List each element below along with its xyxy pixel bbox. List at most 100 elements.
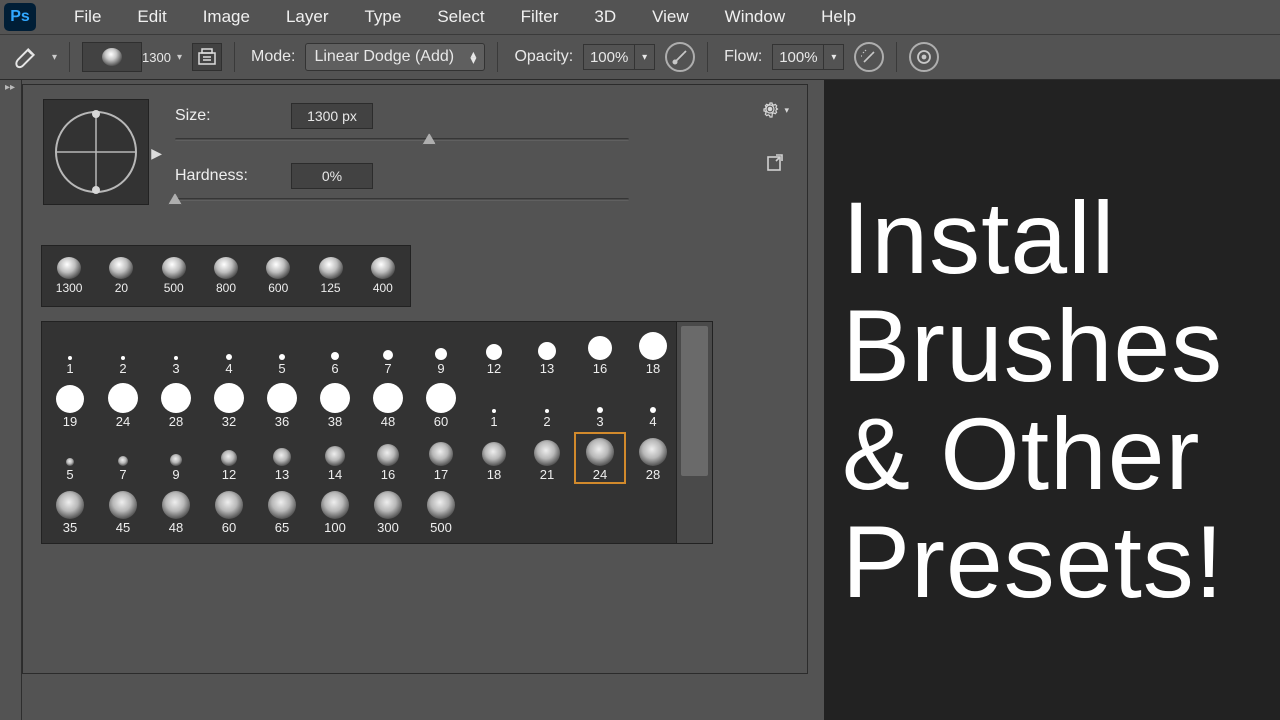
brush-size-preview[interactable] [82, 42, 142, 72]
brush-preset[interactable]: 2 [97, 326, 149, 378]
brush-preset[interactable]: 4 [203, 326, 255, 378]
brush-preset[interactable]: 500 [415, 485, 467, 537]
brush-preview-icon [586, 438, 614, 466]
opacity-dropdown-button[interactable]: ▾ [635, 44, 655, 70]
recent-brush[interactable]: 600 [253, 250, 303, 302]
brush-panel-toggle[interactable] [192, 43, 222, 71]
hardness-slider[interactable] [175, 195, 629, 205]
brush-preset[interactable]: 13 [521, 326, 573, 378]
brush-size-label: 9 [437, 361, 444, 376]
flow-dropdown-button[interactable]: ▾ [824, 44, 844, 70]
brush-size-label: 28 [646, 467, 660, 482]
brush-preset[interactable]: 17 [415, 432, 467, 484]
flip-arrow-icon[interactable]: ▶ [151, 145, 162, 162]
recent-brush[interactable]: 20 [96, 250, 146, 302]
brush-preview-icon [639, 438, 667, 466]
brush-preset[interactable]: 3 [574, 379, 626, 431]
brush-preset[interactable]: 100 [309, 485, 361, 537]
size-slider[interactable] [175, 135, 629, 145]
tablet-pressure-opacity-button[interactable] [665, 42, 695, 72]
menu-file[interactable]: File [56, 7, 119, 27]
brush-preview-icon [482, 442, 506, 466]
brush-preset[interactable]: 18 [468, 432, 520, 484]
recent-brush[interactable]: 800 [201, 250, 251, 302]
brush-preset[interactable]: 45 [97, 485, 149, 537]
brush-preset[interactable]: 12 [468, 326, 520, 378]
tablet-pressure-size-button[interactable] [909, 42, 939, 72]
brush-preset[interactable]: 16 [574, 326, 626, 378]
brush-tool-icon[interactable] [8, 42, 42, 72]
brush-preset[interactable]: 48 [150, 485, 202, 537]
brush-preset[interactable]: 4 [627, 379, 679, 431]
brush-preset[interactable]: 35 [44, 485, 96, 537]
brush-preset[interactable]: 12 [203, 432, 255, 484]
brush-preset[interactable]: 5 [256, 326, 308, 378]
menu-edit[interactable]: Edit [119, 7, 184, 27]
recent-brush[interactable]: 500 [149, 250, 199, 302]
brush-preset[interactable]: 19 [44, 379, 96, 431]
brush-preset[interactable]: 7 [97, 432, 149, 484]
brush-preset[interactable]: 24 [574, 432, 626, 484]
brush-preset[interactable]: 24 [97, 379, 149, 431]
tool-preset-arrow[interactable]: ▾ [52, 52, 57, 63]
brush-preset[interactable]: 1 [468, 379, 520, 431]
brush-preset[interactable]: 38 [309, 379, 361, 431]
brush-preset[interactable]: 9 [150, 432, 202, 484]
brush-preset[interactable]: 14 [309, 432, 361, 484]
brush-preview-icon [215, 491, 243, 519]
brush-preset[interactable]: 28 [150, 379, 202, 431]
brush-preset[interactable]: 16 [362, 432, 414, 484]
new-preset-icon[interactable] [766, 154, 784, 177]
recent-brush[interactable]: 400 [358, 250, 408, 302]
brush-preset[interactable]: 5 [44, 432, 96, 484]
brush-size-label: 48 [381, 414, 395, 429]
brush-size-label: 100 [324, 520, 346, 535]
menu-window[interactable]: Window [707, 7, 803, 27]
opacity-field[interactable]: 100% [583, 44, 635, 70]
menu-select[interactable]: Select [419, 7, 502, 27]
brush-preset[interactable]: 21 [521, 432, 573, 484]
separator [707, 42, 708, 72]
brush-preset[interactable]: 32 [203, 379, 255, 431]
brush-preset[interactable]: 9 [415, 326, 467, 378]
brush-size-label: 18 [646, 361, 660, 376]
expand-dock-icon[interactable]: ▸▸ [2, 80, 18, 94]
brush-size-label: 9 [172, 467, 179, 482]
brush-preset[interactable]: 48 [362, 379, 414, 431]
menu-view[interactable]: View [634, 7, 707, 27]
recent-brush[interactable]: 1300 [44, 250, 94, 302]
blend-mode-dropdown[interactable]: Linear Dodge (Add) ▴▾ [305, 43, 485, 71]
brush-preset[interactable]: 300 [362, 485, 414, 537]
hardness-field[interactable]: 0% [291, 163, 373, 189]
size-field[interactable]: 1300 px [291, 103, 373, 129]
brush-size-arrow[interactable]: ▾ [177, 52, 182, 63]
brush-preset[interactable]: 13 [256, 432, 308, 484]
menu-3d[interactable]: 3D [576, 7, 634, 27]
scrollbar-thumb[interactable] [681, 326, 708, 476]
brush-preset[interactable]: 65 [256, 485, 308, 537]
brush-preset[interactable]: 60 [203, 485, 255, 537]
separator [234, 42, 235, 72]
brush-grid-scrollbar[interactable] [677, 321, 713, 544]
brush-preset[interactable]: 28 [627, 432, 679, 484]
brush-preset[interactable]: 60 [415, 379, 467, 431]
recent-brush[interactable]: 125 [305, 250, 355, 302]
brush-preset[interactable]: 7 [362, 326, 414, 378]
brush-preset[interactable]: 18 [627, 326, 679, 378]
brush-preset[interactable]: 3 [150, 326, 202, 378]
menu-layer[interactable]: Layer [268, 7, 347, 27]
airbrush-button[interactable] [854, 42, 884, 72]
gear-icon[interactable]: ▾ [760, 99, 789, 124]
brush-preview-icon [268, 491, 296, 519]
menu-type[interactable]: Type [346, 7, 419, 27]
brush-preset[interactable]: 6 [309, 326, 361, 378]
brush-preset[interactable]: 36 [256, 379, 308, 431]
brush-angle-widget[interactable]: ▶ [43, 99, 149, 205]
menu-filter[interactable]: Filter [503, 7, 577, 27]
brush-size-label: 3 [172, 361, 179, 376]
menu-help[interactable]: Help [803, 7, 874, 27]
flow-field[interactable]: 100% [772, 44, 824, 70]
brush-preset[interactable]: 2 [521, 379, 573, 431]
brush-preset[interactable]: 1 [44, 326, 96, 378]
menu-image[interactable]: Image [185, 7, 268, 27]
